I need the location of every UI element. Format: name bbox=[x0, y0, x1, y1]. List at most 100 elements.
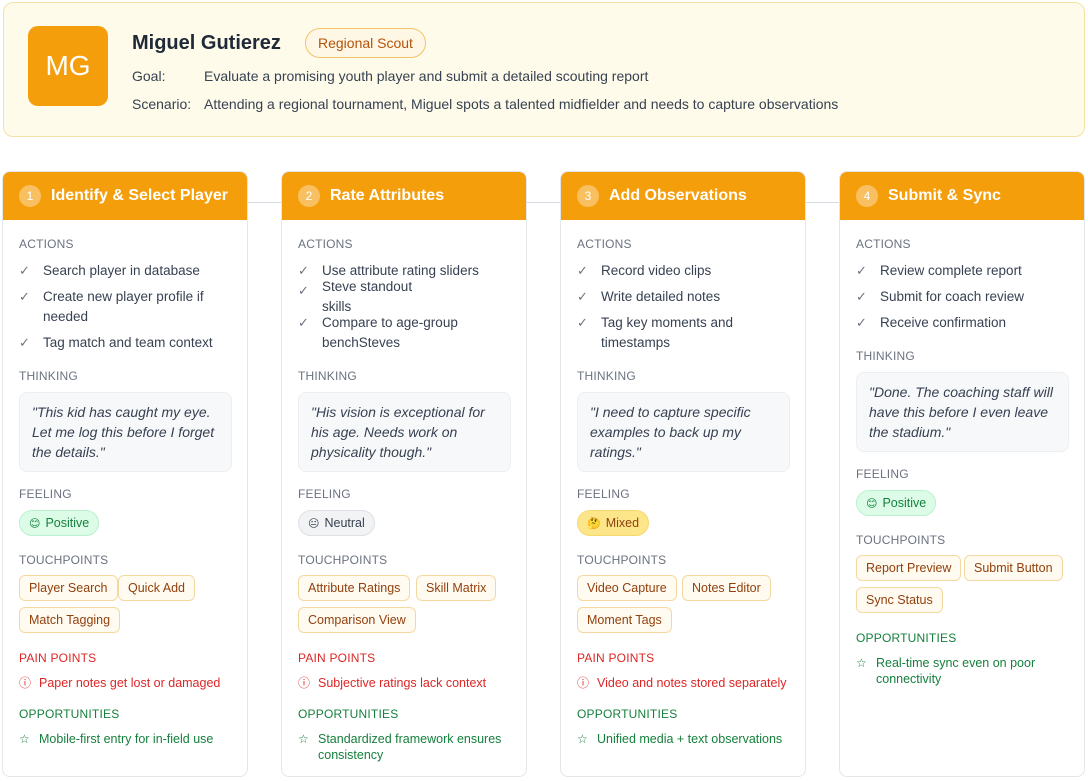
touchpoint-chip[interactable]: Video Capture bbox=[577, 575, 677, 601]
check-icon: ✓ bbox=[298, 263, 309, 278]
star-outline-icon: ☆ bbox=[577, 732, 588, 746]
stage-header: 4 Submit & Sync bbox=[840, 172, 1084, 220]
check-icon: ✓ bbox=[577, 263, 588, 278]
thinking-quote: "Done. The coaching staff will have this… bbox=[856, 372, 1069, 452]
pain-point-text: Paper notes get lost or damaged bbox=[39, 676, 221, 690]
check-icon: ✓ bbox=[19, 335, 30, 350]
neutral-face-icon: 😐 bbox=[308, 517, 320, 530]
smile-icon: 😊 bbox=[29, 517, 41, 530]
goal-label: Goal: bbox=[132, 68, 166, 84]
touchpoint-chip[interactable]: Quick Add bbox=[118, 575, 195, 601]
touchpoints-label: TOUCHPOINTS bbox=[298, 553, 388, 567]
pain-point-text: Video and notes stored separately bbox=[597, 676, 787, 690]
feeling-label: FEELING bbox=[298, 487, 351, 501]
scenario-label: Scenario: bbox=[132, 96, 192, 112]
stage-rate-attributes: 2 Rate Attributes ACTIONS ✓ Use attribut… bbox=[281, 171, 527, 777]
stage-header: 2 Rate Attributes bbox=[282, 172, 526, 220]
stage-connector bbox=[806, 202, 839, 203]
thinking-label: THINKING bbox=[577, 369, 636, 383]
feeling-badge: 😊 Positive bbox=[856, 490, 937, 516]
action-text: Search player in database bbox=[43, 263, 200, 278]
action-text: Tag key moments and timestamps bbox=[601, 315, 734, 350]
thinking-label: THINKING bbox=[19, 369, 78, 383]
actions-label: ACTIONS bbox=[856, 237, 911, 251]
role-badge: Regional Scout bbox=[305, 28, 426, 58]
stage-submit-sync: 4 Submit & Sync ACTIONS ✓ Review complet… bbox=[839, 171, 1085, 777]
star-outline-icon: ☆ bbox=[856, 656, 867, 670]
touchpoints-label: TOUCHPOINTS bbox=[19, 553, 109, 567]
stage-identify-select-player: 1 Identify & Select Player ACTIONS ✓ Sea… bbox=[2, 171, 248, 777]
opportunities-label: OPPORTUNITIES bbox=[298, 707, 399, 721]
thinking-label: THINKING bbox=[298, 369, 357, 383]
stage-title: Add Observations bbox=[609, 187, 747, 204]
stage-title: Submit & Sync bbox=[888, 187, 1001, 204]
feeling-label: FEELING bbox=[856, 467, 909, 481]
touchpoint-chip[interactable]: Sync Status bbox=[856, 587, 943, 613]
touchpoint-chip[interactable]: Player Search bbox=[19, 575, 118, 601]
stage-number: 4 bbox=[856, 185, 878, 207]
opportunity-text: Real-time sync even on poor connectivity bbox=[876, 656, 1036, 686]
star-outline-icon: ☆ bbox=[298, 732, 309, 746]
feeling-badge: 😊 Positive bbox=[19, 510, 100, 536]
check-icon: ✓ bbox=[856, 315, 867, 330]
touchpoint-chip[interactable]: Submit Button bbox=[964, 555, 1063, 581]
check-icon: ✓ bbox=[856, 289, 867, 304]
touchpoint-chip[interactable]: Notes Editor bbox=[682, 575, 771, 601]
opportunities-label: OPPORTUNITIES bbox=[856, 631, 957, 645]
action-text: Review complete report bbox=[880, 263, 1022, 278]
feeling-text: Mixed bbox=[605, 516, 640, 530]
check-icon: ✓ bbox=[577, 289, 588, 304]
touchpoint-chip[interactable]: Skill Matrix bbox=[416, 575, 497, 601]
goal-text: Evaluate a promising youth player and su… bbox=[204, 68, 649, 84]
touchpoint-chip[interactable]: Moment Tags bbox=[577, 607, 672, 633]
action-text: Steve standout skills bbox=[322, 279, 413, 314]
thinking-quote: "This kid has caught my eye. Let me log … bbox=[19, 392, 232, 472]
check-icon: ✓ bbox=[19, 263, 30, 278]
check-icon: ✓ bbox=[298, 315, 309, 330]
feeling-label: FEELING bbox=[577, 487, 630, 501]
stage-title: Rate Attributes bbox=[330, 187, 445, 204]
scenario-text: Attending a regional tournament, Miguel … bbox=[204, 96, 839, 112]
smile-icon: 😊 bbox=[866, 497, 878, 510]
feeling-badge: 🤔 Mixed bbox=[577, 510, 650, 536]
opportunities-label: OPPORTUNITIES bbox=[19, 707, 120, 721]
action-text: Record video clips bbox=[601, 263, 712, 278]
star-outline-icon: ☆ bbox=[19, 732, 30, 746]
touchpoint-chip[interactable]: Comparison View bbox=[298, 607, 416, 633]
stage-number: 3 bbox=[577, 185, 599, 207]
alert-circle-icon: ⓘ bbox=[19, 676, 32, 690]
stage-add-observations: 3 Add Observations ACTIONS ✓ Record vide… bbox=[560, 171, 806, 777]
action-text: Tag match and team context bbox=[43, 335, 213, 350]
touchpoints-label: TOUCHPOINTS bbox=[856, 533, 946, 547]
touchpoint-chip[interactable]: Match Tagging bbox=[19, 607, 121, 633]
stage-title: Identify & Select Player bbox=[51, 187, 228, 204]
action-text: Write detailed notes bbox=[601, 289, 721, 304]
stage-number: 1 bbox=[19, 185, 41, 207]
pain-point-text: Subjective ratings lack context bbox=[318, 676, 487, 690]
feeling-text: Positive bbox=[882, 496, 927, 510]
stage-number: 2 bbox=[298, 185, 320, 207]
stage-header: 3 Add Observations bbox=[561, 172, 805, 220]
avatar: MG bbox=[28, 26, 108, 106]
alert-circle-icon: ⓘ bbox=[298, 676, 311, 690]
opportunity-text: Standardized framework ensures consisten… bbox=[318, 732, 502, 762]
touchpoint-chip[interactable]: Attribute Ratings bbox=[298, 575, 411, 601]
touchpoints-label: TOUCHPOINTS bbox=[577, 553, 667, 567]
feeling-text: Neutral bbox=[324, 516, 365, 530]
check-icon: ✓ bbox=[19, 289, 30, 304]
stage-connector bbox=[527, 202, 560, 203]
actions-label: ACTIONS bbox=[298, 237, 353, 251]
feeling-label: FEELING bbox=[19, 487, 72, 501]
touchpoint-chip[interactable]: Report Preview bbox=[856, 555, 962, 581]
feeling-text: Positive bbox=[45, 516, 90, 530]
persona-name: Miguel Gutierez bbox=[132, 32, 281, 54]
opportunity-text: Unified media + text observations bbox=[597, 732, 783, 746]
check-icon: ✓ bbox=[298, 283, 309, 298]
thinking-face-icon: 🤔 bbox=[587, 517, 601, 530]
stage-connector bbox=[248, 202, 281, 203]
actions-label: ACTIONS bbox=[577, 237, 632, 251]
check-icon: ✓ bbox=[856, 263, 867, 278]
persona-card: MG Miguel Gutierez Regional Scout Goal: … bbox=[3, 2, 1085, 137]
check-icon: ✓ bbox=[577, 315, 588, 330]
pain-points-label: PAIN POINTS bbox=[19, 651, 97, 665]
